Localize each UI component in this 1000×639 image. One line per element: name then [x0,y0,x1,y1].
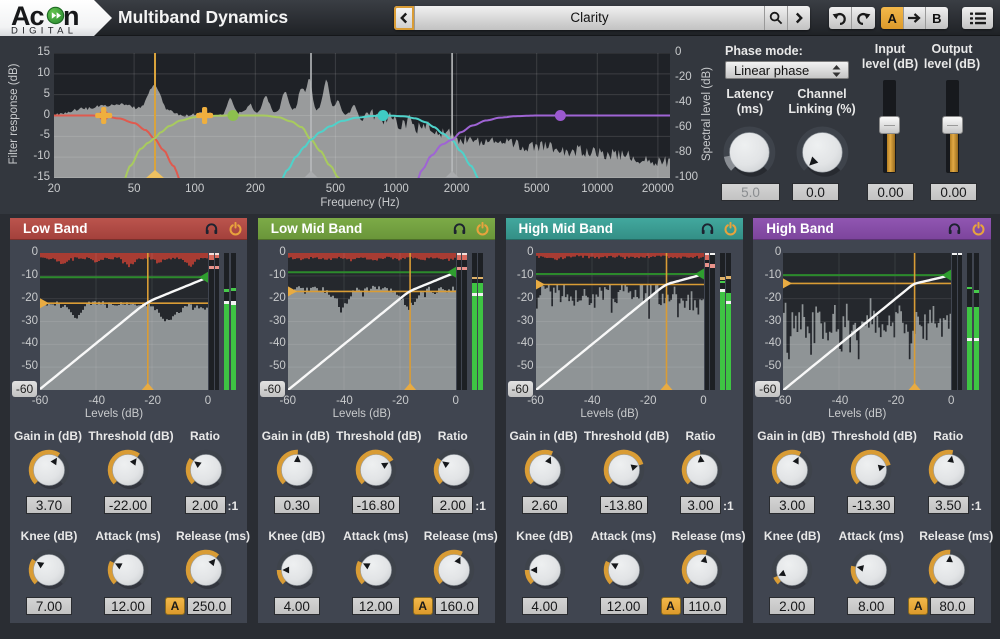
svg-text:DIGITAL: DIGITAL [11,26,77,37]
